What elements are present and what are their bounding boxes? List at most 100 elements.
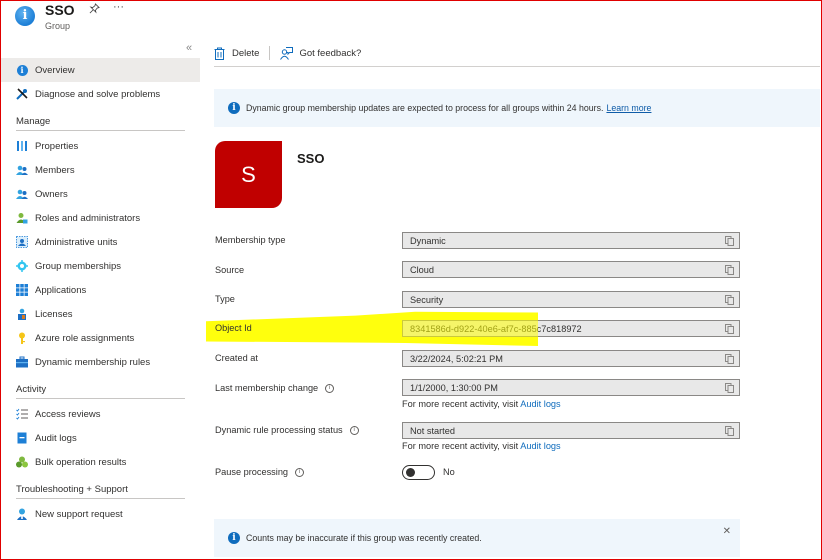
sidebar-item-licenses[interactable]: Licenses [0, 302, 200, 326]
key-icon [16, 332, 28, 344]
sidebar-item-label: Owners [35, 188, 68, 200]
type-value: Security [410, 294, 444, 305]
type-label: Type [215, 294, 235, 304]
group-memberships-icon [16, 260, 28, 272]
command-bar: Delete Got feedback? [214, 43, 361, 63]
audit-note: For more recent activity, visit Audit lo… [402, 399, 561, 409]
sidebar: i Overview Diagnose and solve problems M… [0, 58, 200, 526]
section-troubleshooting: Troubleshooting + Support [16, 484, 128, 495]
learn-more-link[interactable]: Learn more [606, 103, 651, 113]
licenses-icon [16, 308, 28, 320]
source-label: Source [215, 265, 245, 275]
bulk-icon [16, 456, 28, 468]
section-divider [16, 130, 185, 131]
applications-icon [16, 284, 28, 296]
delete-label: Delete [232, 47, 260, 59]
sidebar-item-admin-units[interactable]: Administrative units [0, 230, 200, 254]
sidebar-item-label: Access reviews [35, 408, 101, 420]
copy-icon[interactable] [725, 354, 734, 364]
checklist-icon [16, 408, 28, 420]
counts-banner-text: Counts may be inaccurate if this group w… [246, 533, 482, 543]
dynamic-rule-status-field: Not started [402, 422, 740, 439]
more-options-icon[interactable]: ··· [113, 1, 124, 13]
sidebar-item-label: Properties [35, 140, 79, 152]
sidebar-item-label: New support request [35, 508, 123, 520]
page-subtitle: Group [45, 21, 71, 31]
audit-logs-link[interactable]: Audit logs [520, 441, 560, 451]
sidebar-item-properties[interactable]: Properties [0, 134, 200, 158]
feedback-label: Got feedback? [299, 47, 362, 59]
info-icon: i [15, 6, 35, 26]
created-at-value: 3/22/2024, 5:02:21 PM [410, 353, 503, 364]
sidebar-item-new-support-request[interactable]: New support request [0, 502, 200, 526]
sidebar-item-access-reviews[interactable]: Access reviews [0, 402, 200, 426]
sidebar-item-members[interactable]: Members [0, 158, 200, 182]
delete-button[interactable]: Delete [214, 47, 259, 60]
sidebar-item-label: Members [35, 164, 75, 176]
sidebar-item-label: Audit logs [35, 432, 77, 444]
audit-note: For more recent activity, visit Audit lo… [402, 441, 561, 451]
sidebar-item-applications[interactable]: Applications [0, 278, 200, 302]
object-id-value: 8341586d-d922-40e6-af7c-885c7c818972 [410, 323, 582, 334]
collapse-sidebar-icon[interactable]: « [186, 42, 192, 54]
sidebar-item-azure-role-assignments[interactable]: Azure role assignments [0, 326, 200, 350]
info-tooltip-icon[interactable]: i [349, 425, 359, 435]
dynamic-rule-status-label: Dynamic rule processing status i [215, 425, 359, 435]
copy-icon[interactable] [725, 295, 734, 305]
membership-type-label: Membership type [215, 235, 286, 245]
sidebar-item-overview[interactable]: i Overview [0, 58, 200, 82]
sidebar-item-group-memberships[interactable]: Group memberships [0, 254, 200, 278]
pin-icon[interactable] [89, 3, 100, 17]
close-icon[interactable]: ✕ [723, 526, 731, 537]
section-manage: Manage [16, 116, 51, 127]
sidebar-item-bulk-operation-results[interactable]: Bulk operation results [0, 450, 200, 474]
sidebar-item-label: Group memberships [35, 260, 122, 272]
owners-icon [16, 188, 28, 200]
toolbar-separator [269, 46, 271, 60]
sidebar-item-dynamic-membership-rules[interactable]: Dynamic membership rules [0, 350, 200, 374]
info-tooltip-icon[interactable]: i [295, 467, 305, 477]
audit-logs-link[interactable]: Audit logs [520, 399, 560, 409]
section-activity: Activity [16, 384, 47, 395]
copy-icon[interactable] [725, 324, 734, 334]
membership-type-value: Dynamic [410, 235, 446, 246]
sidebar-item-diagnose[interactable]: Diagnose and solve problems [0, 82, 200, 106]
sidebar-item-audit-logs[interactable]: Audit logs [0, 426, 200, 450]
sidebar-item-roles[interactable]: Roles and administrators [0, 206, 200, 230]
feedback-icon [280, 46, 294, 60]
sidebar-item-label: Dynamic membership rules [35, 356, 151, 368]
copy-icon[interactable] [725, 236, 734, 246]
sidebar-item-owners[interactable]: Owners [0, 182, 200, 206]
source-value: Cloud [410, 264, 435, 275]
sidebar-item-label: Azure role assignments [35, 332, 135, 344]
object-id-label: Object Id [215, 323, 252, 333]
members-icon [16, 164, 28, 176]
copy-icon[interactable] [725, 426, 734, 436]
feedback-button[interactable]: Got feedback? [280, 46, 362, 60]
sidebar-item-label: Overview [35, 64, 75, 76]
support-icon [16, 508, 28, 520]
audit-note-text: For more recent activity, visit [402, 441, 519, 451]
pause-processing-state: No [443, 467, 455, 477]
wrench-icon [16, 88, 28, 100]
copy-icon[interactable] [725, 265, 734, 275]
dynamic-rule-status-text: Dynamic rule processing status [215, 425, 343, 435]
group-avatar: S [215, 141, 282, 208]
created-at-label: Created at [215, 353, 258, 363]
toolbar-divider [214, 66, 820, 67]
trash-icon [214, 47, 225, 60]
pause-processing-toggle[interactable] [402, 465, 435, 480]
info-tooltip-icon[interactable]: i [325, 383, 335, 393]
info-icon: i [228, 102, 240, 114]
sidebar-item-label: Licenses [35, 308, 73, 320]
copy-icon[interactable] [725, 383, 734, 393]
properties-icon [16, 140, 28, 152]
sidebar-item-label: Bulk operation results [35, 456, 127, 468]
source-field: Cloud [402, 261, 740, 278]
sidebar-item-label: Diagnose and solve problems [35, 88, 161, 100]
roles-icon [16, 212, 28, 224]
briefcase-icon [16, 356, 28, 368]
pause-processing-text: Pause processing [215, 467, 289, 477]
book-icon [16, 432, 28, 444]
created-at-field: 3/22/2024, 5:02:21 PM [402, 350, 740, 367]
